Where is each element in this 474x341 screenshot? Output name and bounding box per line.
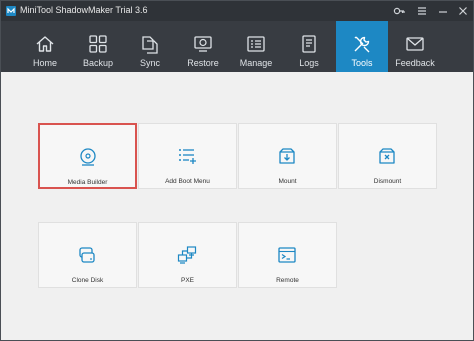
pxe-label: PXE [180, 277, 194, 284]
clone-disk-label: Clone Disk [71, 277, 104, 284]
app-window: MiniTool ShadowMaker Trial 3.6 Home Back… [0, 0, 474, 341]
menu-icon[interactable] [414, 3, 430, 19]
dismount-label: Dismount [373, 178, 402, 185]
logs-icon [302, 35, 316, 53]
tab-feedback-label: Feedback [395, 58, 435, 68]
tab-manage-label: Manage [239, 58, 273, 68]
tab-home[interactable]: Home [19, 21, 71, 72]
pxe-icon [177, 246, 197, 264]
feedback-icon [406, 37, 424, 51]
mount-label: Mount [278, 178, 297, 185]
remote-label: Remote [276, 277, 299, 284]
disc-user-icon [80, 148, 96, 166]
app-logo-icon [6, 6, 16, 16]
tab-tools[interactable]: Tools [336, 21, 388, 72]
tab-restore[interactable]: Restore [177, 21, 229, 72]
tab-logs[interactable]: Logs [283, 21, 335, 72]
title-bar: MiniTool ShadowMaker Trial 3.6 [1, 1, 473, 21]
restore-icon [194, 36, 212, 52]
mount-icon [279, 148, 295, 164]
tab-logs-label: Logs [299, 58, 319, 68]
tab-restore-label: Restore [187, 58, 219, 68]
tab-backup-label: Backup [82, 58, 114, 68]
boot-menu-icon [179, 149, 196, 164]
sync-icon [142, 36, 158, 54]
tab-home-label: Home [32, 58, 57, 68]
clone-disk-icon [79, 247, 95, 263]
manage-icon [247, 36, 265, 52]
close-icon[interactable] [455, 3, 471, 19]
media-builder-tile[interactable]: Media Builder [38, 123, 137, 189]
tools-icon [354, 36, 370, 53]
remote-icon [278, 247, 296, 263]
add-boot-menu-label: Add Boot Menu [165, 178, 210, 185]
main-toolbar: Home Backup Sync Restore Manage Logs Too… [1, 21, 473, 72]
clone-disk-tile[interactable]: Clone Disk [38, 222, 137, 288]
tab-backup[interactable]: Backup [72, 21, 124, 72]
tab-sync[interactable]: Sync [124, 21, 176, 72]
home-icon [36, 36, 54, 52]
tab-feedback[interactable]: Feedback [389, 21, 441, 72]
dismount-tile[interactable]: Dismount [338, 123, 437, 189]
window-title: MiniTool ShadowMaker Trial 3.6 [20, 5, 148, 15]
media-builder-label: Media Builder [67, 179, 108, 186]
add-boot-menu-tile[interactable]: Add Boot Menu [138, 123, 237, 189]
tab-manage[interactable]: Manage [230, 21, 282, 72]
pxe-tile[interactable]: PXE [138, 222, 237, 288]
tab-tools-label: Tools [351, 58, 373, 68]
key-icon[interactable] [391, 3, 407, 19]
tools-panel: Media Builder Add Boot Menu Mount Dismou… [1, 72, 473, 340]
backup-icon [89, 35, 107, 53]
mount-tile[interactable]: Mount [238, 123, 337, 189]
dismount-icon [379, 148, 395, 164]
minimize-icon[interactable] [435, 3, 451, 19]
tab-sync-label: Sync [139, 58, 160, 68]
remote-tile[interactable]: Remote [238, 222, 337, 288]
